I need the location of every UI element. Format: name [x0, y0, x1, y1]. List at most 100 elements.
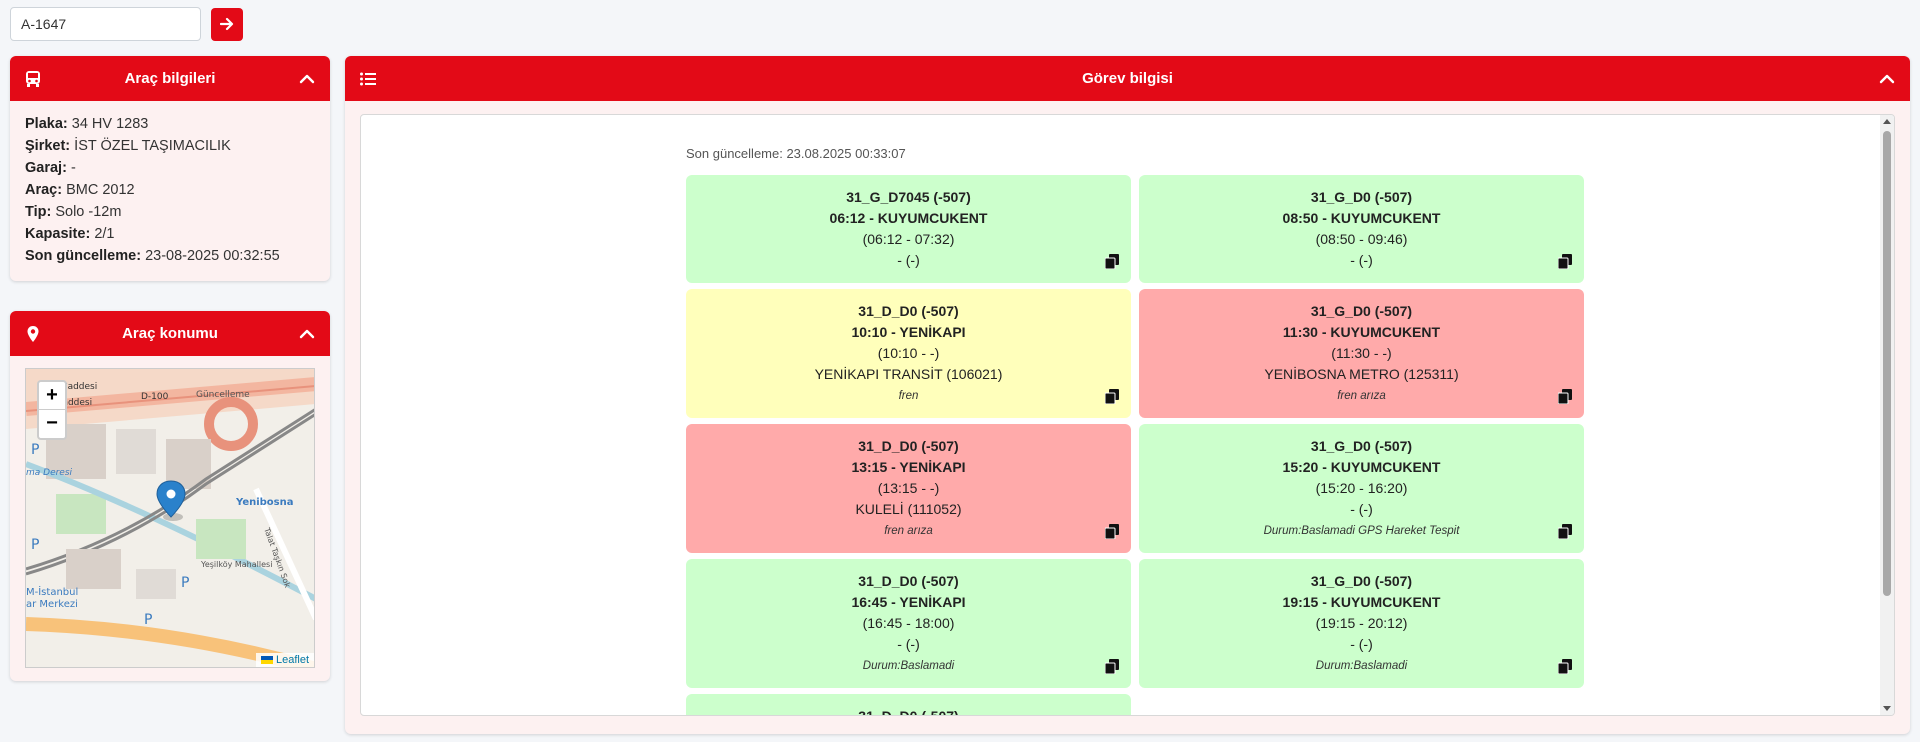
copy-icon[interactable] [1558, 659, 1572, 674]
task-tile[interactable]: 31_G_D0 (-507) 19:15 - KUYUMCUKENT (19:1… [1139, 559, 1584, 688]
task-range: (10:10 - -) [877, 345, 940, 361]
chevron-up-icon[interactable] [1878, 70, 1896, 88]
task-range: (13:15 - -) [877, 480, 940, 496]
task-code: 31_G_D7045 (-507) [846, 189, 971, 205]
task-time: 19:15 - KUYUMCUKENT [1282, 594, 1441, 610]
chevron-up-icon[interactable] [298, 325, 316, 343]
vehicle-info-header[interactable]: Araç bilgileri [10, 56, 330, 101]
zoom-in-button[interactable]: + [39, 382, 65, 410]
vehicle-location-header[interactable]: Araç konumu [10, 311, 330, 356]
task-code: 31_D_D0 (-507) [858, 438, 959, 454]
task-stop: - (-) [897, 636, 920, 652]
task-tile[interactable]: 31_G_D7045 (-507) 06:12 - KUYUMCUKENT (0… [686, 175, 1131, 283]
task-time: 13:15 - YENİKAPI [851, 459, 966, 475]
task-tile[interactable]: 31_G_D0 (-507) 11:30 - KUYUMCUKENT (11:3… [1139, 289, 1584, 418]
arrow-right-icon [220, 17, 234, 31]
copy-icon[interactable] [1105, 389, 1119, 404]
task-code: 31_D_D0 (-507) [858, 708, 959, 716]
task-stop: - (-) [1350, 252, 1373, 268]
vehicle-field-last-update: Son güncelleme: 23-08-2025 00:32:55 [25, 248, 280, 264]
task-time: 11:30 - KUYUMCUKENT [1282, 324, 1441, 340]
map-label-yenibosna: Yenibosna [235, 497, 294, 508]
task-list-panel: Son güncelleme: 23.08.2025 00:33:07 31_G… [360, 114, 1895, 716]
vehicle-field-model: Araç: BMC 2012 [25, 182, 135, 198]
parking-label: P [31, 442, 39, 458]
task-code: 31_G_D0 (-507) [1310, 189, 1413, 205]
task-note: fren arıza [884, 525, 933, 537]
task-tile[interactable]: 31_D_D0 (-507) 13:15 - YENİKAPI (13:15 -… [686, 424, 1131, 553]
bus-icon [26, 71, 40, 87]
search-go-button[interactable] [211, 7, 243, 41]
map-label-m-istanbul: M-İstanbul [26, 585, 78, 598]
task-list-scrollbar[interactable] [1880, 115, 1894, 715]
map-label-stream: ma Deresi [26, 468, 73, 478]
vehicle-search-input[interactable] [10, 7, 201, 41]
vehicle-info-body: Plaka: 34 HV 1283 Şirket: İST ÖZEL TAŞIM… [10, 101, 330, 279]
task-stop: - (-) [1350, 636, 1373, 652]
parking-label: P [144, 612, 152, 628]
task-info-card: Görev bilgisi Son güncelleme: 23.08.2025… [345, 56, 1910, 734]
map-label-d100: D-100 [141, 392, 169, 402]
task-range: (19:15 - 20:12) [1315, 615, 1408, 631]
task-code: 31_G_D0 (-507) [1310, 303, 1413, 319]
copy-icon[interactable] [1105, 524, 1119, 539]
vehicle-field-garage: Garaj: - [25, 160, 76, 176]
parking-label: P [31, 537, 39, 553]
task-code: 31_D_D0 (-507) [858, 573, 959, 589]
task-code: 31_D_D0 (-507) [858, 303, 959, 319]
task-code: 31_G_D0 (-507) [1310, 438, 1413, 454]
task-tile[interactable]: 31_G_D0 (-507) 15:20 - KUYUMCUKENT (15:2… [1139, 424, 1584, 553]
task-time: 06:12 - KUYUMCUKENT [829, 210, 988, 226]
location-map[interactable]: P P P P D-100 Güncelleme ınar Caddesi Yo… [25, 368, 315, 668]
task-info-header[interactable]: Görev bilgisi [345, 56, 1910, 101]
task-last-update: Son güncelleme: 23.08.2025 00:33:07 [686, 146, 906, 161]
vehicle-location-card: Araç konumu P P P P D-100 Güncelleme ına… [10, 311, 330, 681]
vehicle-location-title: Araç konumu [122, 325, 218, 342]
vehicle-field-capacity: Kapasite: 2/1 [25, 226, 115, 242]
zoom-out-button[interactable]: − [39, 410, 65, 438]
task-tile[interactable]: 31_G_D0 (-507) 08:50 - KUYUMCUKENT (08:5… [1139, 175, 1584, 283]
task-code: 31_G_D0 (-507) [1310, 573, 1413, 589]
task-note: Durum:Baslamadi [1315, 660, 1408, 672]
ukraine-flag-icon [260, 656, 273, 665]
copy-icon[interactable] [1558, 524, 1572, 539]
parking-label: P [181, 575, 189, 591]
list-icon [360, 72, 376, 86]
task-note: fren [898, 390, 919, 402]
task-range: (06:12 - 07:32) [862, 231, 955, 247]
copy-icon[interactable] [1105, 254, 1119, 269]
scroll-down-arrow-icon[interactable] [1883, 706, 1891, 711]
task-note: Durum:Baslamadi GPS Hareket Tespit [1263, 525, 1460, 537]
copy-icon[interactable] [1105, 659, 1119, 674]
scroll-up-arrow-icon[interactable] [1883, 119, 1891, 124]
map-tiles[interactable]: P P P P D-100 Güncelleme ınar Caddesi Yo… [26, 369, 315, 668]
scrollbar-thumb[interactable] [1883, 131, 1891, 596]
task-range: (16:45 - 18:00) [862, 615, 955, 631]
task-time: 10:10 - YENİKAPI [851, 324, 966, 340]
task-time: 16:45 - YENİKAPI [851, 594, 966, 610]
vehicle-field-type: Tip: Solo -12m [25, 204, 122, 220]
task-stop: YENİBOSNA METRO (125311) [1264, 366, 1459, 382]
copy-icon[interactable] [1558, 389, 1572, 404]
map-marker-icon [27, 326, 39, 342]
task-range: (15:20 - 16:20) [1315, 480, 1408, 496]
map-label-center: ar Merkezi [26, 599, 78, 610]
task-range: (11:30 - -) [1331, 345, 1392, 361]
vehicle-field-company: Şirket: İST ÖZEL TAŞIMACILIK [25, 138, 231, 154]
map-attribution[interactable]: Leaflet [255, 653, 314, 667]
task-tile[interactable]: 31_D_D0 (-507) [686, 694, 1131, 716]
copy-icon[interactable] [1558, 254, 1572, 269]
task-range: (08:50 - 09:46) [1315, 231, 1408, 247]
task-stop: KULELİ (111052) [855, 501, 962, 517]
task-stop: - (-) [897, 252, 920, 268]
task-tile[interactable]: 31_D_D0 (-507) 16:45 - YENİKAPI (16:45 -… [686, 559, 1131, 688]
vehicle-info-title: Araç bilgileri [124, 70, 216, 87]
task-time: 15:20 - KUYUMCUKENT [1282, 459, 1441, 475]
task-time: 08:50 - KUYUMCUKENT [1282, 210, 1441, 226]
vehicle-info-card: Araç bilgileri Plaka: 34 HV 1283 Şirket:… [10, 56, 330, 281]
chevron-up-icon[interactable] [298, 70, 316, 88]
task-stop: YENİKAPI TRANSİT (106021) [814, 366, 1003, 382]
task-info-title: Görev bilgisi [1082, 70, 1173, 87]
task-tile[interactable]: 31_D_D0 (-507) 10:10 - YENİKAPI (10:10 -… [686, 289, 1131, 418]
search-bar [10, 7, 243, 41]
